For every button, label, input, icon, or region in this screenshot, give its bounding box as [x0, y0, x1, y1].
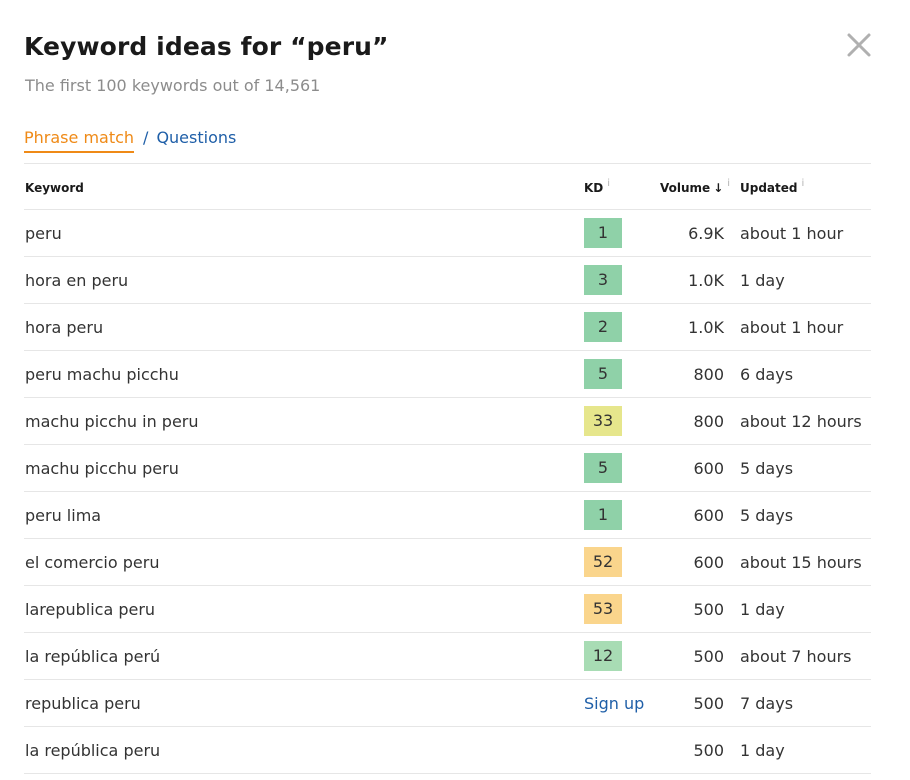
- keyword-cell[interactable]: el comercio peru: [25, 553, 159, 572]
- keyword-cell[interactable]: peru lima: [25, 506, 101, 525]
- keywords-table: Keyword KD i Volume ↓ i Updated i peru 1 6.9K a…: [24, 164, 871, 774]
- updated-cell: about 1 hour: [740, 224, 844, 243]
- volume-cell: 600: [693, 459, 724, 478]
- volume-cell: 500: [693, 694, 724, 713]
- keyword-cell[interactable]: machu picchu in peru: [25, 412, 199, 431]
- kd-info-icon[interactable]: i: [607, 178, 610, 189]
- table-row: machu picchu peru 5 600 5 days: [24, 445, 871, 492]
- column-kd[interactable]: KD i: [584, 178, 610, 195]
- updated-cell: 1 day: [740, 600, 785, 619]
- volume-cell: 500: [693, 647, 724, 666]
- tab-separator: /: [143, 128, 149, 147]
- table-header: Keyword KD i Volume ↓ i Updated i: [24, 164, 871, 210]
- tab-phrase-match[interactable]: Phrase match: [24, 128, 135, 153]
- table-row: el comercio peru 52 600 about 15 hours: [24, 539, 871, 586]
- column-volume[interactable]: Volume ↓ i: [660, 178, 730, 195]
- column-updated[interactable]: Updated i: [740, 178, 805, 195]
- kd-badge: 1: [584, 500, 622, 530]
- kd-badge: 2: [584, 312, 622, 342]
- column-kd-label: KD: [584, 181, 604, 195]
- table-row: la república perú 12 500 about 7 hours: [24, 633, 871, 680]
- keyword-cell[interactable]: machu picchu peru: [25, 459, 179, 478]
- volume-cell: 800: [693, 365, 724, 384]
- volume-cell: 600: [693, 553, 724, 572]
- column-updated-label: Updated: [740, 181, 798, 195]
- table-row: hora peru 2 1.0K about 1 hour: [24, 304, 871, 351]
- volume-cell: 500: [693, 741, 724, 760]
- keyword-cell[interactable]: republica peru: [25, 694, 141, 713]
- updated-cell: about 1 hour: [740, 318, 844, 337]
- updated-cell: 5 days: [740, 459, 794, 478]
- updated-cell: 6 days: [740, 365, 794, 384]
- kd-badge: 5: [584, 359, 622, 389]
- keyword-ideas-modal: Keyword ideas for “peru” The first 100 k…: [0, 0, 910, 780]
- kd-badge: 1: [584, 218, 622, 248]
- table-row: hora en peru 3 1.0K 1 day: [24, 257, 871, 304]
- volume-cell: 500: [693, 600, 724, 619]
- updated-cell: 1 day: [740, 741, 785, 760]
- table-body: peru 1 6.9K about 1 hour hora en peru 3 1.0K 1 …: [24, 210, 871, 774]
- updated-cell: about 15 hours: [740, 553, 862, 572]
- updated-cell: 7 days: [740, 694, 794, 713]
- table-row: la república peru 500 1 day: [24, 727, 871, 774]
- kd-badge: 52: [584, 547, 622, 577]
- modal-title: Keyword ideas for “peru”: [24, 32, 389, 61]
- updated-cell: 5 days: [740, 506, 794, 525]
- table-row: peru lima 1 600 5 days: [24, 492, 871, 539]
- keyword-cell[interactable]: hora en peru: [25, 271, 128, 290]
- tab-questions[interactable]: Questions: [156, 128, 236, 147]
- kd-badge: 5: [584, 453, 622, 483]
- keyword-cell[interactable]: larepublica peru: [25, 600, 155, 619]
- volume-cell: 600: [693, 506, 724, 525]
- volume-cell: 1.0K: [688, 318, 724, 337]
- updated-cell: about 7 hours: [740, 647, 852, 666]
- volume-cell: 1.0K: [688, 271, 724, 290]
- kd-badge: 53: [584, 594, 622, 624]
- updated-info-icon[interactable]: i: [802, 178, 805, 189]
- tabs: Phrase match / Questions: [24, 128, 236, 153]
- keyword-cell[interactable]: peru: [25, 224, 62, 243]
- volume-info-icon[interactable]: i: [727, 178, 730, 189]
- table-row: machu picchu in peru 33 800 about 12 hours: [24, 398, 871, 445]
- modal-subtitle: The first 100 keywords out of 14,561: [25, 76, 321, 95]
- kd-badge: 33: [584, 406, 622, 436]
- close-icon[interactable]: [845, 31, 873, 59]
- sort-down-icon: ↓: [713, 181, 724, 195]
- keyword-cell[interactable]: la república peru: [25, 741, 160, 760]
- updated-cell: 1 day: [740, 271, 785, 290]
- column-keyword[interactable]: Keyword: [25, 181, 84, 195]
- updated-cell: about 12 hours: [740, 412, 862, 431]
- table-row: republica peru Sign up 500 7 days: [24, 680, 871, 727]
- volume-cell: 6.9K: [688, 224, 724, 243]
- column-volume-label: Volume: [660, 181, 711, 195]
- keyword-cell[interactable]: peru machu picchu: [25, 365, 179, 384]
- table-row: peru 1 6.9K about 1 hour: [24, 210, 871, 257]
- keyword-cell[interactable]: hora peru: [25, 318, 103, 337]
- keyword-cell[interactable]: la república perú: [25, 647, 160, 666]
- table-row: peru machu picchu 5 800 6 days: [24, 351, 871, 398]
- kd-badge: 3: [584, 265, 622, 295]
- kd-badge: 12: [584, 641, 622, 671]
- volume-cell: 800: [693, 412, 724, 431]
- table-row: larepublica peru 53 500 1 day: [24, 586, 871, 633]
